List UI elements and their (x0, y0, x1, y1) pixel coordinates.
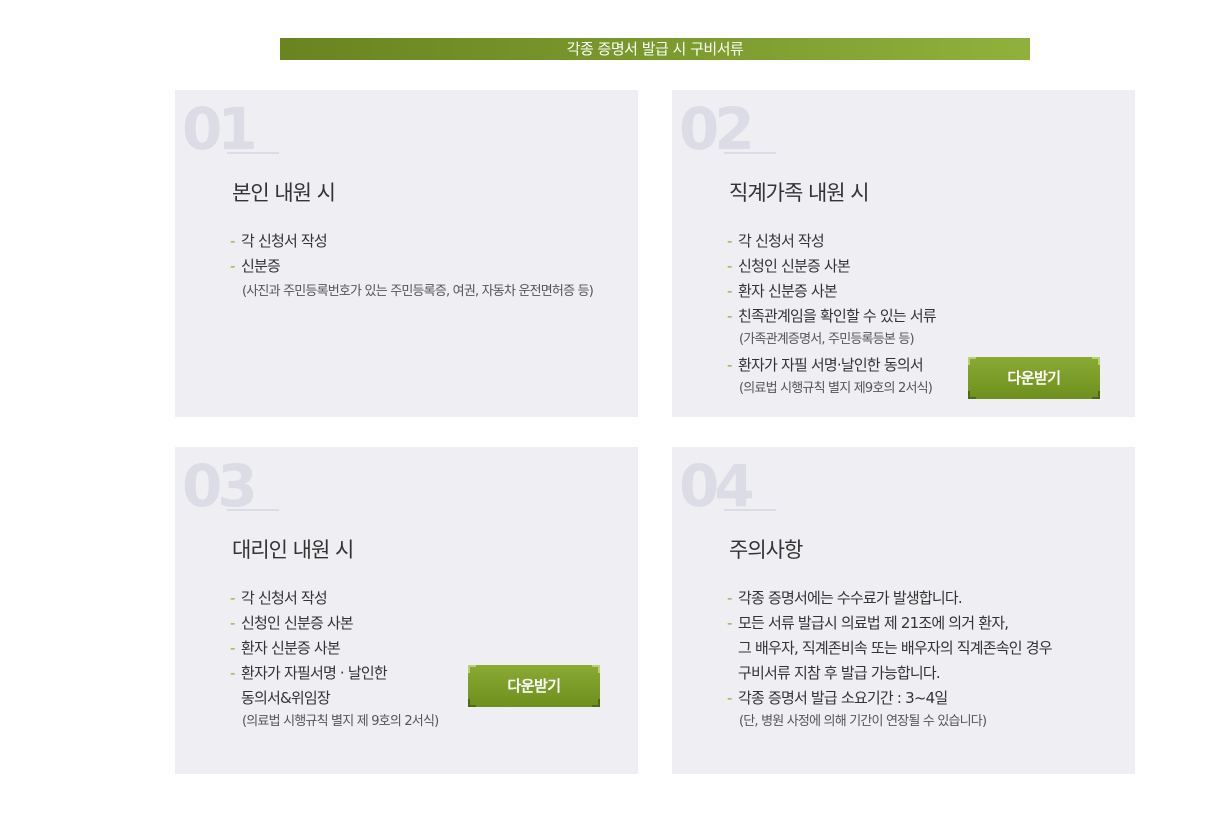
dash-bullet: - (727, 356, 732, 374)
page-title: 각종 증명서 발급 시 구비서류 (566, 40, 744, 58)
dash-bullet: - (727, 589, 732, 607)
item-text: 친족관계임을 확인할 수 있는 서류 (738, 307, 937, 325)
item-text: 각 신청서 작성 (738, 232, 825, 250)
number-underline (724, 509, 776, 511)
corner-decoration (1092, 391, 1100, 399)
requirement-list: -각 신청서 작성 - 신청인 신분증 사본 - 환자 신분증 사본 - 친족관계임을… (727, 229, 937, 402)
list-item: -각 신청서 작성 (230, 586, 438, 611)
dash-bullet: - (727, 307, 732, 325)
list-item: - 각종 증명서 발급 소요기간 : 3~4일 (단, 병원 사정에 의해 기간이… (727, 686, 1052, 733)
list-item: - 모든 서류 발급시 의료법 제 21조에 의거 환자, 그 배우자, 직계존비… (727, 611, 1053, 686)
number-underline (227, 152, 279, 154)
list-item: - 신청인 신분증 사본 (727, 254, 936, 279)
notice-list: - 각종 증명서에는 수수료가 발생합니다. - 모든 서류 발급시 의료법 제 2… (727, 586, 1053, 735)
item-text: 신분증 (241, 257, 281, 275)
item-text: 환자 신분증 사본 (738, 282, 838, 300)
requirement-list: -각 신청서 작성 - 신분증 (사진과 주민등록번호가 있는 주민등록증, 여권… (230, 229, 594, 305)
corner-decoration (592, 665, 600, 673)
item-text: 환자가 자필서명 · 날인한 (241, 664, 388, 682)
card-title: 본인 내원 시 (232, 181, 336, 205)
item-note: (사진과 주민등록번호가 있는 주민등록증, 여권, 자동차 운전면허증 등) (242, 284, 594, 299)
item-text-continued: 그 배우자, 직계존비속 또는 배우자의 직계존속인 경우 (738, 639, 1053, 657)
dash-bullet: - (230, 257, 235, 275)
item-text-continued: 동의서&위임장 (241, 689, 331, 707)
item-text: 신청인 신분증 사본 (738, 257, 851, 275)
list-item: - 환자가 자필서명 · 날인한 동의서&위임장 (의료법 시행규칙 별지 제 9… (230, 661, 439, 733)
item-text: 환자가 자필 서명·날인한 동의서 (738, 356, 924, 374)
list-item: - 신분증 (사진과 주민등록번호가 있는 주민등록증, 여권, 자동차 운전면허… (230, 254, 594, 303)
corner-decoration (968, 391, 976, 399)
number-underline (227, 509, 279, 511)
download-consent-proxy-form-button[interactable]: 다운받기 (468, 665, 600, 707)
item-text: 신청인 신분증 사본 (241, 614, 354, 632)
corner-decoration (968, 357, 976, 365)
dash-bullet: - (230, 589, 235, 607)
dash-bullet: - (727, 232, 732, 250)
list-item: -각 신청서 작성 (727, 229, 936, 254)
item-note: (의료법 시행규칙 별지 제 9호의 2서식) (242, 714, 439, 729)
dash-bullet: - (727, 282, 732, 300)
item-text: 모든 서류 발급시 의료법 제 21조에 의거 환자, (738, 614, 1009, 632)
list-item: - 친족관계임을 확인할 수 있는 서류 (가족관계증명서, 주민등록등본 등) (727, 304, 937, 351)
dash-bullet: - (727, 257, 732, 275)
item-text: 환자 신분증 사본 (241, 639, 341, 657)
item-text: 각종 증명서에는 수수료가 발생합니다. (738, 589, 963, 607)
card-notice: 04 주의사항 - 각종 증명서에는 수수료가 발생합니다. - 모든 서류 발급시… (672, 447, 1135, 774)
card-proxy-visit: 03 대리인 내원 시 -각 신청서 작성 - 신청인 신분증 사본 - 환자 신분… (175, 447, 638, 774)
list-item: - 환자 신분증 사본 (230, 636, 438, 661)
list-item: -각 신청서 작성 (230, 229, 593, 254)
corner-decoration (1092, 357, 1100, 365)
dash-bullet: - (727, 689, 732, 707)
card-title: 직계가족 내원 시 (729, 181, 870, 205)
item-note: (의료법 시행규칙 별지 제9호의 2서식) (739, 381, 933, 396)
corner-decoration (468, 665, 476, 673)
dash-bullet: - (230, 614, 235, 632)
download-button-label: 다운받기 (507, 677, 561, 695)
requirement-list: -각 신청서 작성 - 신청인 신분증 사본 - 환자 신분증 사본 - 환자가 자필… (230, 586, 439, 735)
item-text: 각 신청서 작성 (241, 589, 328, 607)
card-family-visit: 02 직계가족 내원 시 -각 신청서 작성 - 신청인 신분증 사본 - 환자 신… (672, 90, 1135, 417)
list-item: - 환자 신분증 사본 (727, 279, 936, 304)
download-button-label: 다운받기 (1007, 369, 1061, 387)
dash-bullet: - (230, 639, 235, 657)
item-note: (단, 병원 사정에 의해 기간이 연장될 수 있습니다) (739, 714, 987, 729)
card-title: 대리인 내원 시 (232, 538, 354, 562)
number-underline (724, 152, 776, 154)
page-title-bar: 각종 증명서 발급 시 구비서류 (280, 38, 1030, 60)
card-title: 주의사항 (729, 538, 803, 562)
item-text: 각 신청서 작성 (241, 232, 328, 250)
corner-decoration (468, 699, 476, 707)
list-item: - 각종 증명서에는 수수료가 발생합니다. (727, 586, 1052, 611)
download-consent-form-button[interactable]: 다운받기 (968, 357, 1100, 399)
dash-bullet: - (230, 232, 235, 250)
item-text-continued: 구비서류 지참 후 발급 가능합니다. (738, 664, 941, 682)
corner-decoration (592, 699, 600, 707)
card-self-visit: 01 본인 내원 시 -각 신청서 작성 - 신분증 (사진과 주민등록번호가 있… (175, 90, 638, 417)
item-note: (가족관계증명서, 주민등록등본 등) (739, 332, 915, 347)
dash-bullet: - (230, 664, 235, 682)
list-item: - 환자가 자필 서명·날인한 동의서 (의료법 시행규칙 별지 제9호의 2서식… (727, 353, 936, 400)
dash-bullet: - (727, 614, 732, 632)
list-item: - 신청인 신분증 사본 (230, 611, 438, 636)
item-text: 각종 증명서 발급 소요기간 : 3~4일 (738, 689, 948, 707)
